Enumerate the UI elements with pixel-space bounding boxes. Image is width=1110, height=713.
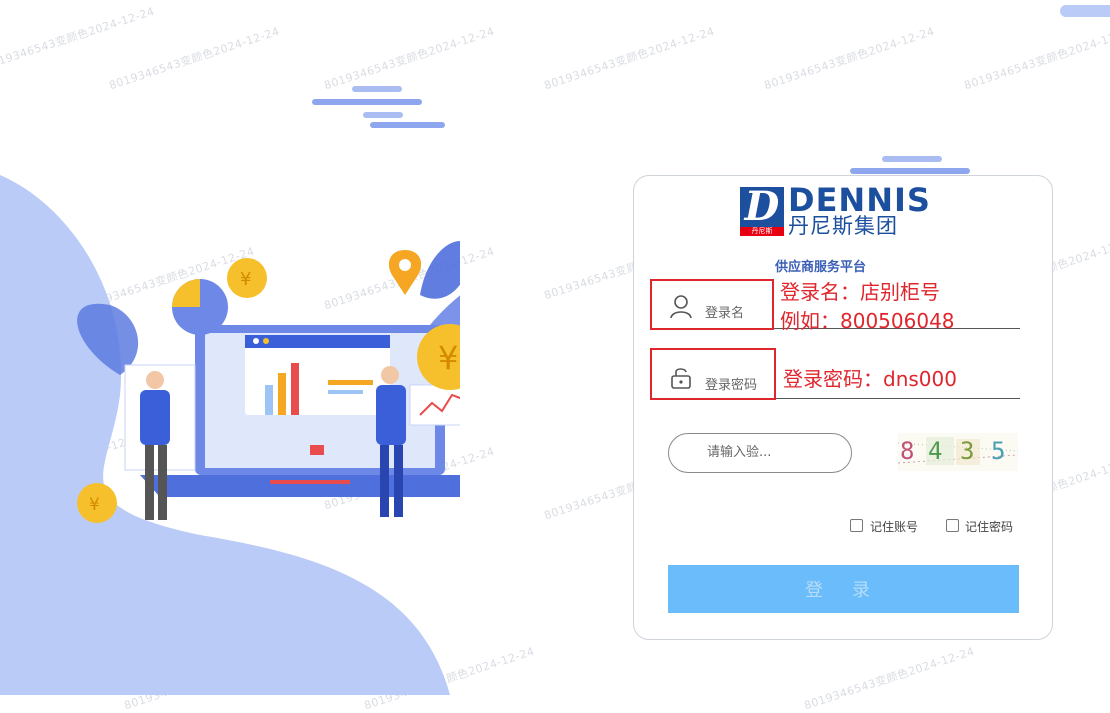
remember-account-checkbox[interactable]	[850, 519, 863, 532]
remember-password-label[interactable]: 记住密码	[965, 518, 1013, 535]
username-hint-line1: 登录名：店别柜号	[780, 280, 940, 304]
watermark: 8019346543变颜色2024-12-24	[802, 644, 977, 713]
watermark: 8019346543变颜色2024-12-24	[0, 4, 157, 73]
svg-text:¥: ¥	[438, 339, 458, 377]
password-highlight-box	[650, 348, 776, 400]
watermark: 8019346543变颜色2024-12-24	[762, 24, 937, 93]
remember-password-checkbox[interactable]	[946, 519, 959, 532]
brand-name-en: DENNIS	[788, 181, 931, 219]
captcha-image[interactable]: 8 4 3 5	[898, 433, 1018, 471]
username-hint-line2: 例如：800506048	[780, 309, 955, 333]
watermark: 8019346543变颜色2024-12-24	[542, 24, 717, 93]
captcha-input[interactable]: 请输入验...	[668, 433, 852, 473]
password-hint: 登录密码：dns000	[783, 367, 957, 391]
svg-text:¥: ¥	[89, 495, 100, 515]
watermark: 8019346543变颜色2024-12-24	[322, 24, 497, 93]
remember-account-label[interactable]: 记住账号	[870, 518, 918, 535]
brand-logo-sub: 丹尼斯	[740, 227, 784, 236]
captcha-digit: 4	[928, 437, 943, 465]
brand-name-cn: 丹尼斯集团	[788, 214, 898, 238]
watermark: 8019346543变颜色2024-12-24	[107, 24, 282, 93]
watermark: 8019346543变颜色2024-12-24	[962, 24, 1110, 93]
captcha-digit: 5	[991, 437, 1006, 465]
captcha-digit: 3	[960, 437, 975, 465]
captcha-digit: 8	[900, 437, 915, 465]
login-button[interactable]: 登 录	[668, 565, 1019, 613]
username-highlight-box	[650, 279, 774, 330]
platform-subtitle: 供应商服务平台	[775, 260, 867, 275]
cloud-decoration	[1060, 5, 1110, 17]
finance-illustration: ¥ ¥ ¥	[0, 175, 460, 695]
svg-text:¥: ¥	[240, 269, 251, 290]
